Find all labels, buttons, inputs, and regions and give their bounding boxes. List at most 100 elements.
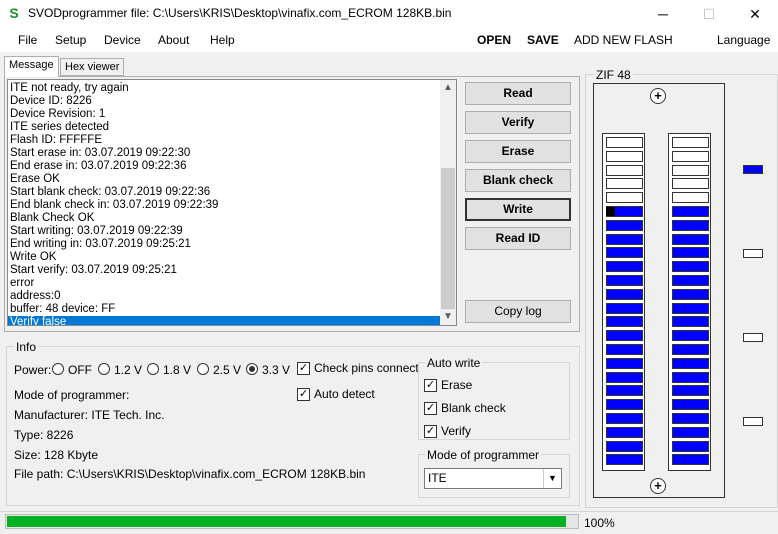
screw-top-icon: +: [650, 88, 666, 104]
zif-pin: [672, 426, 709, 438]
erase-button[interactable]: Erase: [465, 140, 571, 163]
log-line[interactable]: Start verify: 03.07.2019 09:25:21: [10, 264, 177, 277]
menu-add-new-flash[interactable]: ADD NEW FLASH: [574, 33, 673, 47]
log-line[interactable]: End blank check in: 03.07.2019 09:22:39: [10, 199, 218, 212]
scroll-down-icon[interactable]: ▼: [440, 309, 456, 325]
blank-check-button[interactable]: Blank check: [465, 169, 571, 192]
power-option-2-5v[interactable]: 2.5 V: [213, 363, 241, 377]
auto-blank-check-label: Blank check: [441, 401, 506, 415]
mode-select[interactable]: ITE: [424, 468, 562, 489]
check-pins-checkbox[interactable]: ✓: [297, 362, 310, 375]
zif-pin: [672, 454, 709, 466]
menu-help[interactable]: Help: [210, 33, 235, 47]
zif-pin: [672, 178, 709, 190]
menu-open[interactable]: OPEN: [477, 33, 511, 47]
log-line[interactable]: address:0: [10, 290, 61, 303]
zif-pin: [606, 330, 643, 342]
auto-verify-label: Verify: [441, 424, 472, 438]
auto-detect-checkbox[interactable]: ✓: [297, 388, 310, 401]
menu-language[interactable]: Language: [717, 33, 770, 47]
zif-pin: [672, 413, 709, 424]
file-path-text: File path: C:\Users\KRIS\Desktop\vinafix…: [14, 467, 366, 481]
menu-about[interactable]: About: [158, 33, 189, 47]
chevron-down-icon[interactable]: ▼: [543, 469, 561, 488]
zif-pin: [606, 413, 643, 424]
power-radio-1-8v[interactable]: [147, 363, 159, 375]
read-button[interactable]: Read: [465, 82, 571, 105]
mode-of-programmer-label: Mode of programmer:: [14, 388, 130, 402]
write-button[interactable]: Write: [465, 198, 571, 221]
zif-pin: [672, 371, 709, 383]
log-line[interactable]: Verify false: [8, 316, 441, 325]
power-radio-3-3v[interactable]: [246, 363, 258, 375]
log-line[interactable]: error: [10, 277, 34, 290]
log-line[interactable]: Start writing: 03.07.2019 09:22:39: [10, 225, 183, 238]
minimize-button[interactable]: ─: [640, 0, 686, 28]
power-option-1-8v[interactable]: 1.8 V: [163, 363, 191, 377]
zif-pin: [606, 233, 643, 245]
zif-pin: [672, 206, 709, 217]
log-line[interactable]: Erase OK: [10, 173, 60, 186]
zif-pin: [606, 440, 643, 452]
manufacturer-text: Manufacturer: ITE Tech. Inc.: [14, 408, 165, 422]
verify-button[interactable]: Verify: [465, 111, 571, 134]
zif-pin: [672, 385, 709, 397]
log-line[interactable]: ITE not ready, try again: [10, 82, 129, 95]
log-line[interactable]: Blank Check OK: [10, 212, 94, 225]
log-line[interactable]: Start erase in: 03.07.2019 09:22:30: [10, 147, 190, 160]
message-log[interactable]: ITE not ready, try again Device ID: 8226 D…: [7, 79, 457, 326]
power-option-3-3v[interactable]: 3.3 V: [262, 363, 290, 377]
zif-pin: [606, 399, 643, 411]
auto-erase-checkbox[interactable]: ✓: [424, 379, 437, 392]
check-pins-label: Check pins connect: [314, 361, 419, 375]
auto-detect-label: Auto detect: [314, 387, 375, 401]
power-radio-1-2v[interactable]: [98, 363, 110, 375]
zif-pin: [672, 137, 709, 148]
side-indicator: [743, 165, 763, 174]
read-id-button[interactable]: Read ID: [465, 227, 571, 250]
tab-hex-viewer[interactable]: Hex viewer: [60, 58, 125, 76]
maximize-button[interactable]: ☐: [686, 0, 732, 28]
zif-pin: [672, 302, 709, 314]
side-indicator: [743, 417, 763, 426]
auto-blank-check-checkbox[interactable]: ✓: [424, 402, 437, 415]
power-radio-2-5v[interactable]: [197, 363, 209, 375]
log-line[interactable]: Write OK: [10, 251, 56, 264]
progress-fill: [7, 516, 566, 527]
log-line[interactable]: Start blank check: 03.07.2019 09:22:36: [10, 186, 210, 199]
zif-pin: [672, 330, 709, 342]
close-button[interactable]: ✕: [732, 0, 778, 28]
zif-pin: [606, 219, 643, 231]
log-line[interactable]: buffer: 48 device: FF: [10, 303, 115, 316]
log-scroll-thumb[interactable]: [441, 168, 455, 309]
log-line[interactable]: Device Revision: 1: [10, 108, 105, 121]
zif-pin: [672, 275, 709, 286]
auto-erase-label: Erase: [441, 378, 473, 392]
menu-device[interactable]: Device: [104, 33, 141, 47]
log-line[interactable]: End writing in: 03.07.2019 09:25:21: [10, 238, 191, 251]
window-title: SVODprogrammer file: C:\Users\KRIS\Deskt…: [28, 6, 452, 20]
zif-pin: [672, 192, 709, 204]
zif-pin: [672, 261, 709, 273]
log-line[interactable]: End erase in: 03.07.2019 09:22:36: [10, 160, 186, 173]
menu-setup[interactable]: Setup: [55, 33, 86, 47]
zif-pin: [606, 192, 643, 204]
zif-pin: [606, 164, 643, 176]
zif-pin: [672, 440, 709, 452]
copy-log-button[interactable]: Copy log: [465, 300, 571, 323]
menu-file[interactable]: File: [18, 33, 37, 47]
zif-pin: [672, 344, 709, 355]
log-line[interactable]: ITE series detected: [10, 121, 109, 134]
power-radio-off[interactable]: [52, 363, 64, 375]
power-option-off[interactable]: OFF: [68, 363, 92, 377]
power-option-1-2v[interactable]: 1.2 V: [114, 363, 142, 377]
auto-verify-checkbox[interactable]: ✓: [424, 425, 437, 438]
tab-message[interactable]: Message: [4, 56, 59, 77]
log-line[interactable]: Device ID: 8226: [10, 95, 92, 108]
scroll-up-icon[interactable]: ▲: [440, 80, 456, 96]
menu-save[interactable]: SAVE: [527, 33, 559, 47]
zif-pin: [606, 261, 643, 273]
log-line[interactable]: Flash ID: FFFFFE: [10, 134, 102, 147]
zif-pin: [606, 357, 643, 369]
pin1-marker: [606, 207, 615, 216]
